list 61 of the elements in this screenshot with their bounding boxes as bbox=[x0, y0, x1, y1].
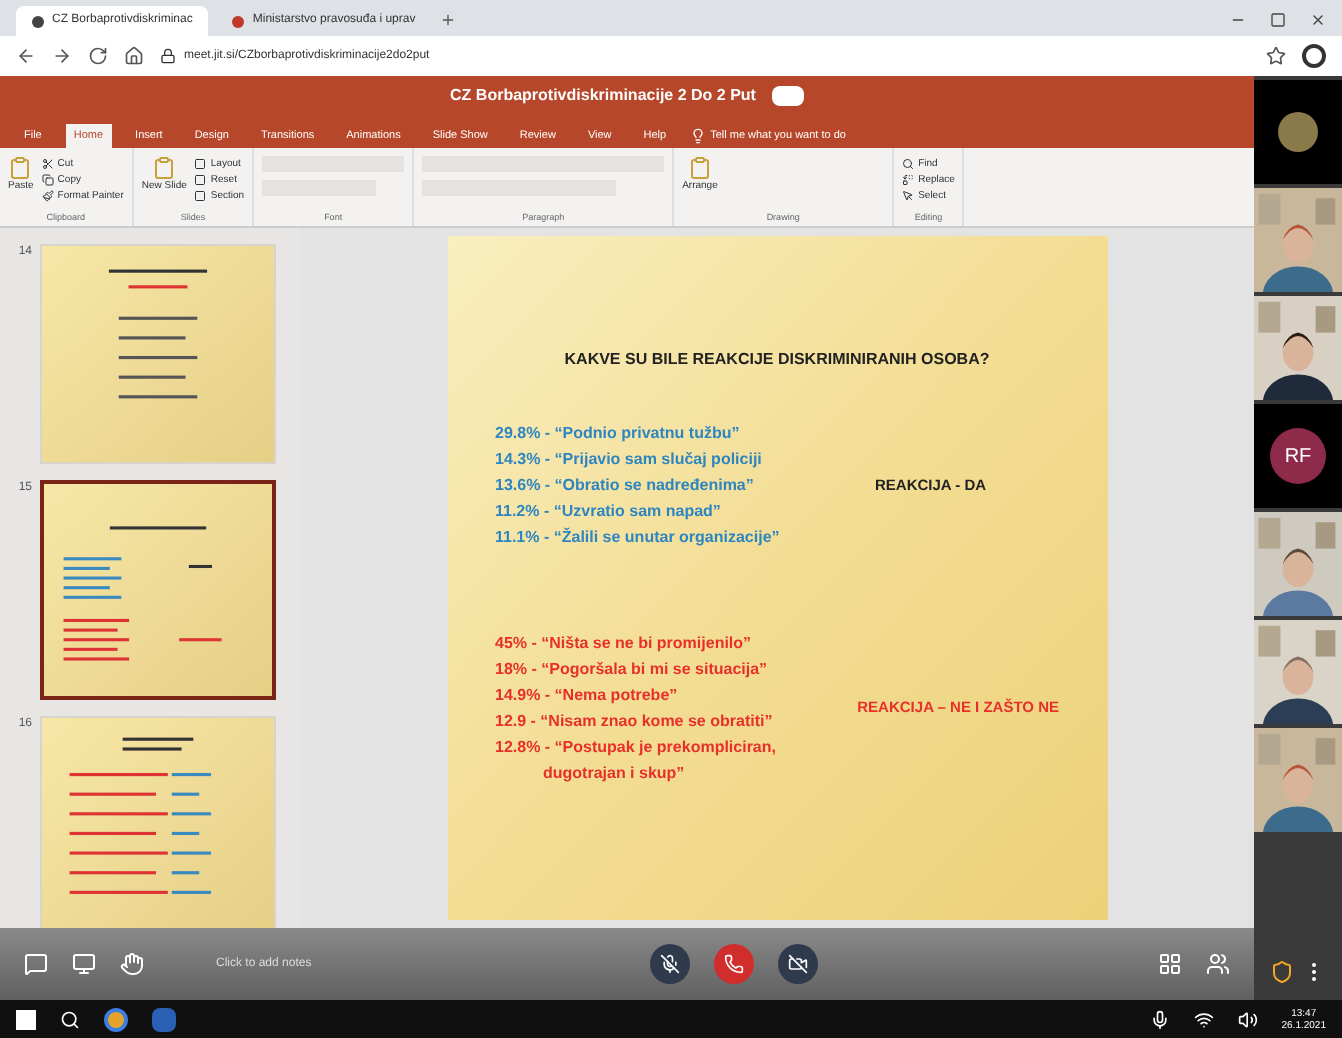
square-icon bbox=[194, 174, 207, 186]
microphone-button[interactable] bbox=[650, 944, 691, 984]
participant-tile[interactable]: RF bbox=[1254, 404, 1342, 508]
slide-list-item: 11.2% - “Uzvratio sam napad” bbox=[495, 500, 723, 524]
lightbulb-icon bbox=[690, 127, 707, 144]
participant-avatar: RF bbox=[1270, 428, 1326, 484]
home-icon[interactable] bbox=[124, 46, 144, 66]
slide-list-item: 45% - “Ništa se ne bi promijenilo” bbox=[495, 632, 754, 656]
participant-tile[interactable] bbox=[1254, 728, 1342, 832]
search-icon[interactable] bbox=[60, 1009, 80, 1029]
slide-list-item: 11.1% - “Žalili se unutar organizacije” bbox=[495, 525, 782, 550]
camera-button[interactable] bbox=[778, 944, 819, 984]
slide-list-item: 13.6% - “Obratio se nadređenima” bbox=[495, 474, 756, 498]
slide-list-item: 18% - “Pogoršala bi mi se situacija” bbox=[495, 658, 770, 682]
clipboard-icon bbox=[687, 156, 712, 180]
search-icon bbox=[902, 158, 915, 170]
clipboard-icon bbox=[8, 156, 33, 180]
security-icon[interactable] bbox=[1270, 960, 1294, 984]
hang-up-button[interactable] bbox=[714, 944, 755, 984]
scissors-icon bbox=[41, 158, 54, 170]
windows-start-icon[interactable] bbox=[16, 1009, 36, 1029]
participant-tile[interactable] bbox=[1254, 512, 1342, 616]
participant-tile[interactable] bbox=[1254, 296, 1342, 400]
profile-icon[interactable] bbox=[1302, 44, 1326, 68]
slide-title: KAKVE SU BILE REAKCIJE DISKRIMINIRANIH OSOBA? bbox=[562, 348, 992, 372]
slide-list-item: 12.9 - “Nisam znao kome se obratiti” bbox=[495, 710, 775, 734]
participant-tile[interactable] bbox=[1254, 620, 1342, 724]
slide-list-item: 29.8% - “Podnio privatnu tužbu” bbox=[495, 422, 742, 446]
microphone-tray-icon[interactable] bbox=[1149, 1009, 1170, 1029]
bookmark-icon[interactable] bbox=[1266, 46, 1286, 66]
slide-list-item: 14.3% - “Prijavio sam slučaj policiji bbox=[495, 448, 764, 472]
screen-share-icon[interactable] bbox=[72, 952, 96, 976]
microphone-off-icon bbox=[660, 954, 681, 974]
document-title: CZ Borbaprotivdiskriminacije 2 Do 2 Put bbox=[450, 84, 756, 108]
slide-list-item: 14.9% - “Nema potrebe” bbox=[495, 684, 680, 708]
wifi-icon[interactable] bbox=[1193, 1009, 1214, 1029]
phone-icon bbox=[724, 954, 745, 974]
raise-hand-icon[interactable] bbox=[120, 952, 144, 976]
participants-icon[interactable] bbox=[1206, 952, 1230, 976]
chat-icon[interactable] bbox=[24, 952, 48, 976]
brush-icon bbox=[41, 190, 54, 202]
camera-off-icon bbox=[788, 954, 809, 974]
maximize-icon[interactable] bbox=[1270, 12, 1286, 28]
cursor-icon bbox=[902, 190, 915, 202]
slide-list-item: 12.8% - “Postupak je prekompliciran, dugotrajan i skup” bbox=[495, 736, 778, 786]
square-icon bbox=[194, 190, 207, 202]
participant-tile[interactable] bbox=[1254, 188, 1342, 292]
back-icon[interactable] bbox=[16, 46, 36, 66]
clipboard-icon bbox=[152, 156, 177, 180]
copy-icon bbox=[41, 174, 54, 186]
participant-avatar bbox=[1278, 112, 1318, 152]
close-icon[interactable] bbox=[1310, 12, 1326, 28]
reload-icon[interactable] bbox=[88, 46, 108, 66]
forward-icon[interactable] bbox=[52, 46, 72, 66]
lock-icon bbox=[160, 48, 176, 64]
document-badge-icon bbox=[771, 86, 804, 106]
participant-tile[interactable] bbox=[1254, 80, 1342, 184]
volume-icon[interactable] bbox=[1237, 1009, 1258, 1029]
new-tab-icon[interactable] bbox=[439, 12, 456, 28]
square-icon bbox=[194, 158, 207, 170]
tile-view-icon[interactable] bbox=[1158, 952, 1182, 976]
